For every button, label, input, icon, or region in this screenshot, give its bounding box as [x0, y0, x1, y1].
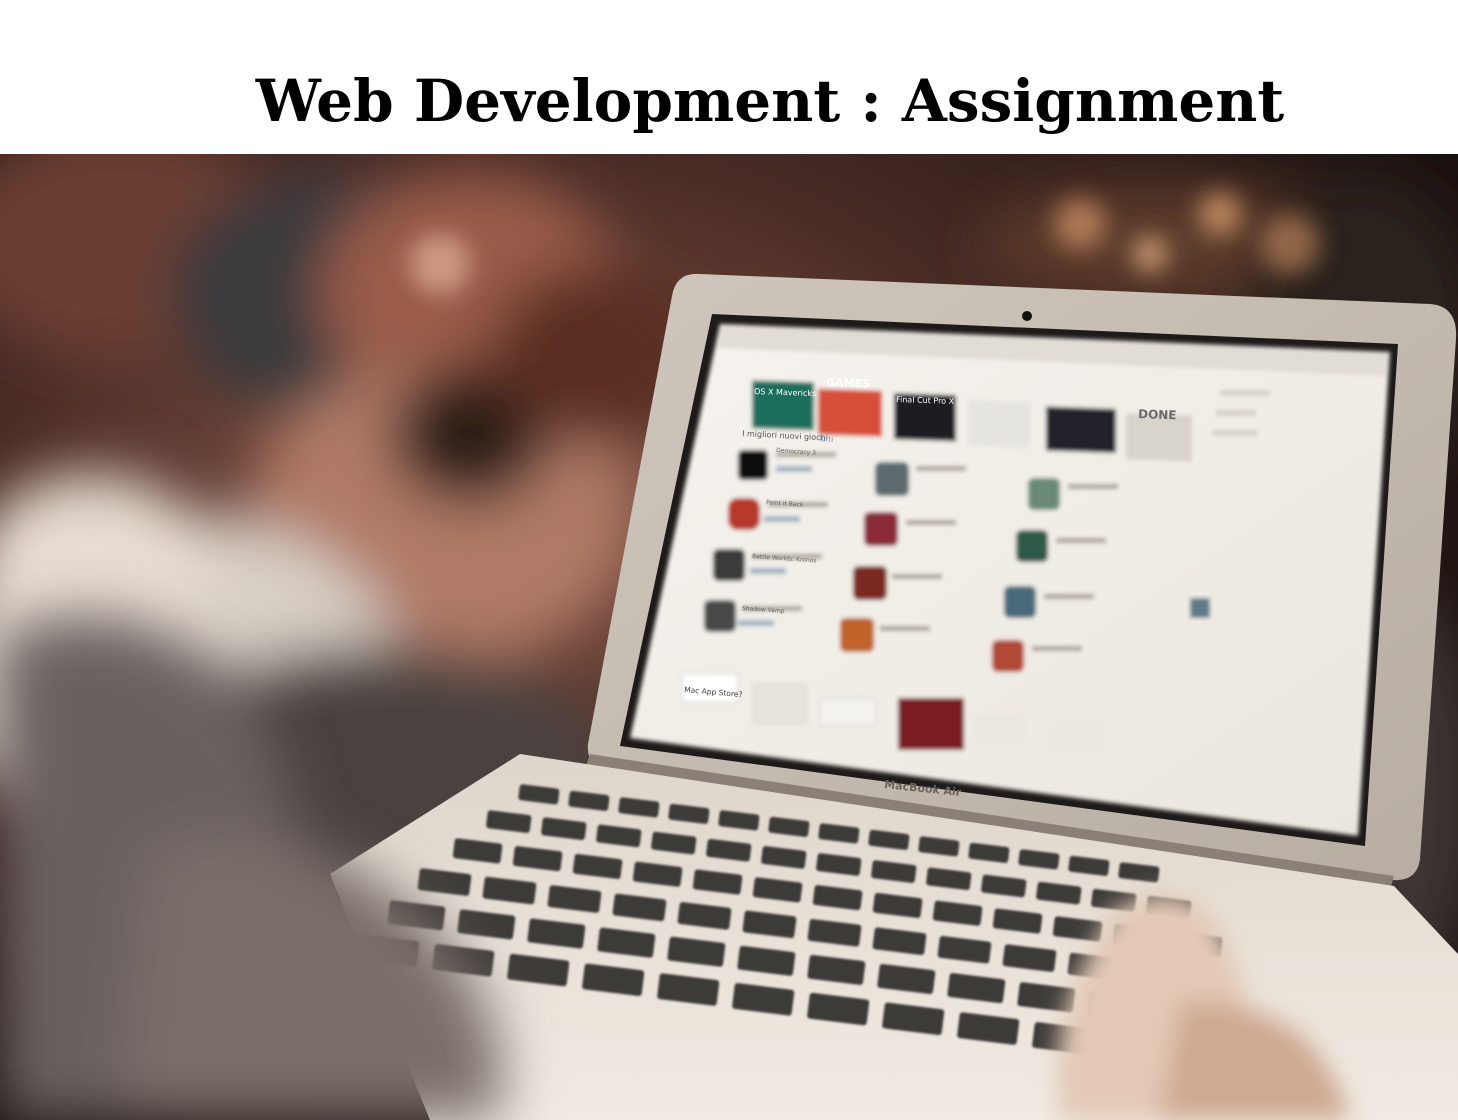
- section-link: Tutti: [817, 435, 834, 444]
- tile-label-done: DONE: [1138, 407, 1177, 422]
- tile-label-games: GAMES: [826, 376, 870, 391]
- page-title: Web Development : Assignment: [255, 66, 1285, 135]
- camera-icon: [1022, 311, 1032, 321]
- photo-illustration: OS X Mavericks GAMES Final Cut Pro X DON…: [0, 154, 1458, 1120]
- laptop-photo: OS X Mavericks GAMES Final Cut Pro X DON…: [0, 154, 1458, 1120]
